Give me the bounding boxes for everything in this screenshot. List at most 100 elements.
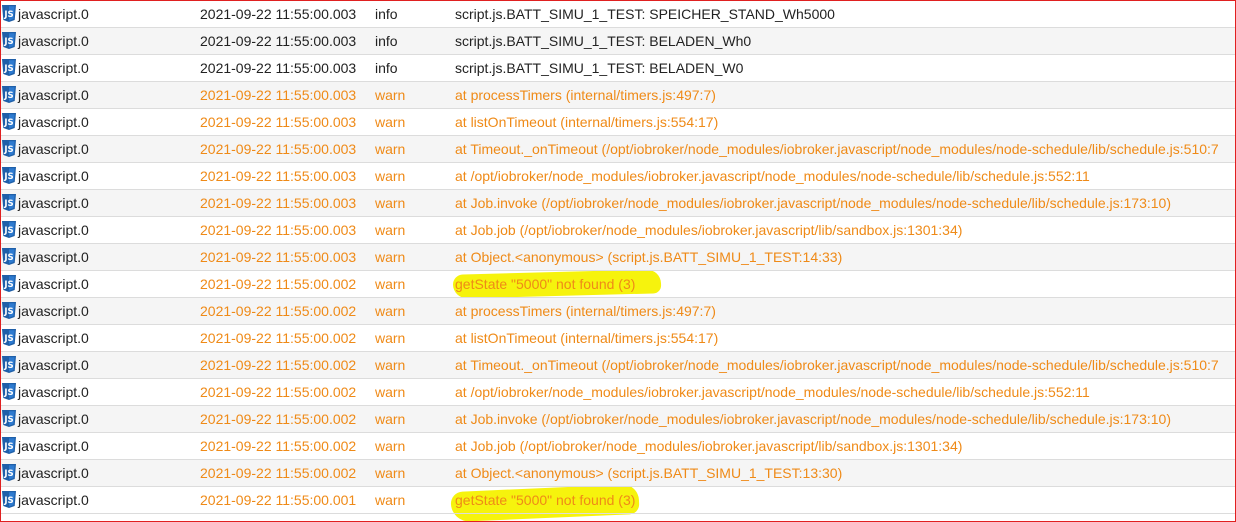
log-timestamp: 2021-09-22 11:55:00.003 [200,141,357,157]
log-row[interactable]: JS javascript.0 2021-09-22 11:55:00.002 … [1,433,1235,460]
svg-text:JS: JS [3,118,13,128]
log-severity: warn [375,384,406,400]
javascript-icon: JS [2,410,16,427]
svg-text:JS: JS [3,199,13,209]
log-source: javascript.0 [18,222,89,238]
log-source: javascript.0 [18,492,89,508]
log-timestamp: 2021-09-22 11:55:00.003 [200,6,357,22]
log-row[interactable]: JS javascript.0 2021-09-22 11:55:00.002 … [1,406,1235,433]
log-source: javascript.0 [18,6,89,22]
javascript-icon: JS [2,167,16,184]
log-message: getState "5000" not found (3) [455,276,636,292]
log-severity: warn [375,249,406,265]
javascript-icon: JS [2,194,16,211]
log-message: getState "5000" not found (3) [455,492,636,508]
javascript-icon: JS [2,275,16,292]
log-message: at Job.invoke (/opt/iobroker/node_module… [455,195,1171,211]
log-message: at Timeout._onTimeout (/opt/iobroker/nod… [455,141,1219,157]
svg-text:JS: JS [3,280,13,290]
svg-text:JS: JS [3,361,13,371]
log-timestamp: 2021-09-22 11:55:00.003 [200,222,357,238]
log-row[interactable]: JS javascript.0 2021-09-22 11:55:00.001 … [1,487,1235,514]
log-source: javascript.0 [18,87,89,103]
log-row[interactable]: JS javascript.0 2021-09-22 11:55:00.002 … [1,352,1235,379]
log-timestamp: 2021-09-22 11:55:00.002 [200,465,357,481]
log-source: javascript.0 [18,195,89,211]
log-severity: info [375,60,398,76]
log-message: at listOnTimeout (internal/timers.js:554… [455,330,719,346]
svg-text:JS: JS [3,145,13,155]
javascript-icon: JS [2,113,16,130]
log-row[interactable]: JS javascript.0 2021-09-22 11:55:00.003 … [1,1,1235,28]
log-severity: warn [375,330,406,346]
svg-text:JS: JS [3,91,13,101]
svg-text:JS: JS [3,10,13,20]
log-message: at listOnTimeout (internal/timers.js:554… [455,114,719,130]
javascript-icon: JS [2,329,16,346]
log-window: JS javascript.0 2021-09-22 11:55:00.003 … [0,0,1236,522]
log-severity: warn [375,438,406,454]
log-source: javascript.0 [18,60,89,76]
log-row[interactable]: JS javascript.0 2021-09-22 11:55:00.003 … [1,55,1235,82]
javascript-icon: JS [2,437,16,454]
log-source: javascript.0 [18,276,89,292]
log-row[interactable]: JS javascript.0 2021-09-22 11:55:00.003 … [1,163,1235,190]
log-severity: warn [375,87,406,103]
javascript-icon: JS [2,464,16,481]
log-source: javascript.0 [18,465,89,481]
log-message: at Job.invoke (/opt/iobroker/node_module… [455,411,1171,427]
log-source: javascript.0 [18,168,89,184]
log-message: at Job.job (/opt/iobroker/node_modules/i… [455,438,963,454]
log-row[interactable]: JS javascript.0 2021-09-22 11:55:00.003 … [1,217,1235,244]
log-row[interactable]: JS javascript.0 2021-09-22 11:55:00.003 … [1,109,1235,136]
log-row[interactable]: JS javascript.0 2021-09-22 11:55:00.003 … [1,28,1235,55]
log-table: JS javascript.0 2021-09-22 11:55:00.003 … [1,1,1235,518]
log-row[interactable]: JS javascript.0 2021-09-22 11:55:00.003 … [1,136,1235,163]
log-timestamp: 2021-09-22 11:55:00.002 [200,384,357,400]
log-timestamp: 2021-09-22 11:55:00.003 [200,33,357,49]
log-timestamp: 2021-09-22 11:55:00.002 [200,411,357,427]
svg-text:JS: JS [3,64,13,74]
javascript-icon: JS [2,221,16,238]
svg-text:JS: JS [3,496,13,506]
svg-text:JS: JS [3,226,13,236]
javascript-icon: JS [2,32,16,49]
log-timestamp: 2021-09-22 11:55:00.002 [200,438,357,454]
log-timestamp: 2021-09-22 11:55:00.003 [200,87,357,103]
log-severity: info [375,33,398,49]
log-source: javascript.0 [18,33,89,49]
log-severity: warn [375,114,406,130]
log-severity: warn [375,195,406,211]
log-severity: warn [375,141,406,157]
log-severity: warn [375,222,406,238]
log-severity: warn [375,168,406,184]
log-timestamp: 2021-09-22 11:55:00.001 [200,492,357,508]
log-timestamp: 2021-09-22 11:55:00.003 [200,60,357,76]
javascript-icon: JS [2,86,16,103]
log-message: at Job.job (/opt/iobroker/node_modules/i… [455,222,963,238]
log-row[interactable]: JS javascript.0 2021-09-22 11:55:00.003 … [1,190,1235,217]
log-timestamp: 2021-09-22 11:55:00.002 [200,330,357,346]
log-message: script.js.BATT_SIMU_1_TEST: SPEICHER_STA… [455,6,835,22]
javascript-icon: JS [2,356,16,373]
javascript-icon: JS [2,302,16,319]
log-message: at /opt/iobroker/node_modules/iobroker.j… [455,384,1090,400]
log-source: javascript.0 [18,411,89,427]
log-row[interactable]: JS javascript.0 2021-09-22 11:55:00.002 … [1,379,1235,406]
log-message: at Object.<anonymous> (script.js.BATT_SI… [455,249,843,265]
javascript-icon: JS [2,248,16,265]
log-row[interactable]: JS javascript.0 2021-09-22 11:55:00.002 … [1,325,1235,352]
javascript-icon: JS [2,140,16,157]
log-timestamp: 2021-09-22 11:55:00.003 [200,114,357,130]
log-row[interactable]: JS javascript.0 2021-09-22 11:55:00.003 … [1,244,1235,271]
svg-text:JS: JS [3,253,13,263]
svg-text:JS: JS [3,334,13,344]
log-row[interactable]: JS javascript.0 2021-09-22 11:55:00.003 … [1,82,1235,109]
log-row[interactable]: JS javascript.0 2021-09-22 11:55:00.002 … [1,271,1235,298]
log-row-partial [1,514,1235,518]
log-severity: warn [375,465,406,481]
svg-text:JS: JS [3,415,13,425]
log-row[interactable]: JS javascript.0 2021-09-22 11:55:00.002 … [1,460,1235,487]
log-message: at /opt/iobroker/node_modules/iobroker.j… [455,168,1090,184]
log-row[interactable]: JS javascript.0 2021-09-22 11:55:00.002 … [1,298,1235,325]
